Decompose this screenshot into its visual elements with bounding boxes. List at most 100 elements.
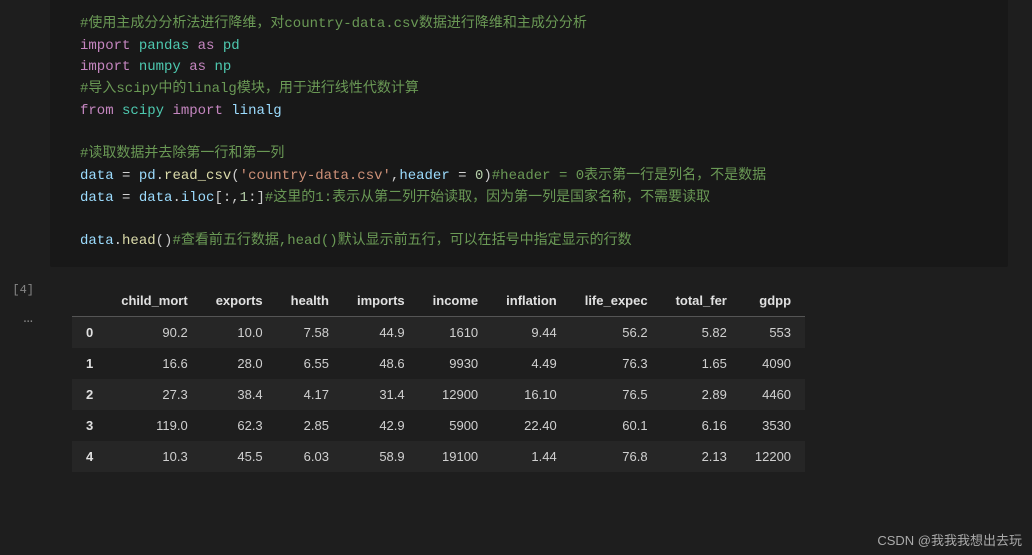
op-assign: =	[122, 168, 130, 184]
var-data: data	[80, 190, 114, 206]
table-cell: 5.82	[662, 316, 741, 348]
keyword-import: import	[80, 38, 130, 54]
table-cell: 10.0	[202, 316, 277, 348]
table-cell: 1.44	[492, 441, 571, 472]
column-header: inflation	[492, 285, 571, 317]
table-row: 116.628.06.5548.699304.4976.31.654090	[72, 348, 805, 379]
notebook-cell: #使用主成分分析法进行降维，对country-data.csv数据进行降维和主成…	[0, 0, 1032, 275]
table-cell: 44.9	[343, 316, 419, 348]
slice-open: [:,	[214, 190, 239, 206]
table-cell: 19100	[419, 441, 493, 472]
table-cell: 12200	[741, 441, 805, 472]
table-cell: 60.1	[571, 410, 662, 441]
row-index: 0	[72, 316, 107, 348]
table-cell: 76.5	[571, 379, 662, 410]
table-cell: 58.9	[343, 441, 419, 472]
dot: .	[156, 168, 164, 184]
output-dataframe: child_mort exports health imports income…	[72, 285, 805, 472]
table-body: 090.210.07.5844.916109.4456.25.82553116.…	[72, 316, 805, 472]
module-numpy: numpy	[139, 59, 181, 75]
column-header: health	[277, 285, 343, 317]
op-assign: =	[450, 168, 475, 184]
table-cell: 31.4	[343, 379, 419, 410]
table-cell: 4460	[741, 379, 805, 410]
fn-read-csv: read_csv	[164, 168, 231, 184]
fn-head: head	[122, 233, 156, 249]
table-cell: 4.49	[492, 348, 571, 379]
table-cell: 38.4	[202, 379, 277, 410]
table-cell: 9930	[419, 348, 493, 379]
table-cell: 27.3	[107, 379, 201, 410]
table-row: 410.345.56.0358.9191001.4476.82.1312200	[72, 441, 805, 472]
ellipsis-icon[interactable]: …	[15, 297, 34, 327]
module-pandas: pandas	[139, 38, 189, 54]
var-data: data	[80, 233, 114, 249]
table-cell: 119.0	[107, 410, 201, 441]
table-cell: 16.10	[492, 379, 571, 410]
obj-pd: pd	[139, 168, 156, 184]
table-cell: 6.16	[662, 410, 741, 441]
table-cell: 62.3	[202, 410, 277, 441]
table-cell: 56.2	[571, 316, 662, 348]
row-index: 3	[72, 410, 107, 441]
table-cell: 45.5	[202, 441, 277, 472]
dot: .	[172, 190, 180, 206]
table-cell: 28.0	[202, 348, 277, 379]
table-cell: 10.3	[107, 441, 201, 472]
paren-open: (	[231, 168, 239, 184]
code-comment: #这里的1:表示从第二列开始读取，因为第一列是国家名称，不需要读取	[265, 190, 710, 206]
code-comment: #header = 0表示第一行是列名，不是数据	[492, 168, 766, 184]
table-cell: 1.65	[662, 348, 741, 379]
table-cell: 9.44	[492, 316, 571, 348]
table-cell: 2.89	[662, 379, 741, 410]
table-cell: 22.40	[492, 410, 571, 441]
alias-np: np	[214, 59, 231, 75]
keyword-as: as	[189, 59, 206, 75]
module-scipy: scipy	[122, 103, 164, 119]
keyword-as: as	[198, 38, 215, 54]
var-data: data	[139, 190, 173, 206]
table-row: 090.210.07.5844.916109.4456.25.82553	[72, 316, 805, 348]
number-literal: 1	[240, 190, 248, 206]
keyword-import: import	[80, 59, 130, 75]
table-cell: 76.8	[571, 441, 662, 472]
table-cell: 7.58	[277, 316, 343, 348]
table-cell: 76.3	[571, 348, 662, 379]
code-comment: #查看前五行数据,head()默认显示前五行，可以在括号中指定显示的行数	[172, 233, 631, 249]
column-header	[72, 285, 107, 317]
table-cell: 4.17	[277, 379, 343, 410]
table-cell: 2.85	[277, 410, 343, 441]
arg-header: header	[399, 168, 449, 184]
row-index: 4	[72, 441, 107, 472]
keyword-from: from	[80, 103, 114, 119]
table-row: 227.338.44.1731.41290016.1076.52.894460	[72, 379, 805, 410]
alias-pd: pd	[223, 38, 240, 54]
table-row: 3119.062.32.8542.9590022.4060.16.163530	[72, 410, 805, 441]
table-cell: 16.6	[107, 348, 201, 379]
column-header: income	[419, 285, 493, 317]
table-cell: 2.13	[662, 441, 741, 472]
dot: .	[114, 233, 122, 249]
var-data: data	[80, 168, 114, 184]
execution-count-label: [4]	[12, 283, 34, 297]
slice-close: :]	[248, 190, 265, 206]
string-literal: 'country-data.csv'	[240, 168, 391, 184]
attr-iloc: iloc	[181, 190, 215, 206]
watermark-text: CSDN @我我我想出去玩	[877, 530, 1022, 549]
table-cell: 48.6	[343, 348, 419, 379]
code-comment: #使用主成分分析法进行降维，对country-data.csv数据进行降维和主成…	[80, 16, 587, 32]
table-header-row: child_mort exports health imports income…	[72, 285, 805, 317]
table-cell: 90.2	[107, 316, 201, 348]
table-cell: 42.9	[343, 410, 419, 441]
code-comment: #读取数据并去除第一行和第一列	[80, 146, 284, 162]
identifier-linalg: linalg	[231, 103, 281, 119]
column-header: exports	[202, 285, 277, 317]
output-cell: [4] … child_mort exports health imports …	[0, 275, 1032, 472]
table-cell: 553	[741, 316, 805, 348]
table-cell: 3530	[741, 410, 805, 441]
column-header: life_expec	[571, 285, 662, 317]
column-header: gdpp	[741, 285, 805, 317]
table-cell: 4090	[741, 348, 805, 379]
code-editor[interactable]: #使用主成分分析法进行降维，对country-data.csv数据进行降维和主成…	[50, 0, 1008, 267]
paren-close: )	[483, 168, 491, 184]
